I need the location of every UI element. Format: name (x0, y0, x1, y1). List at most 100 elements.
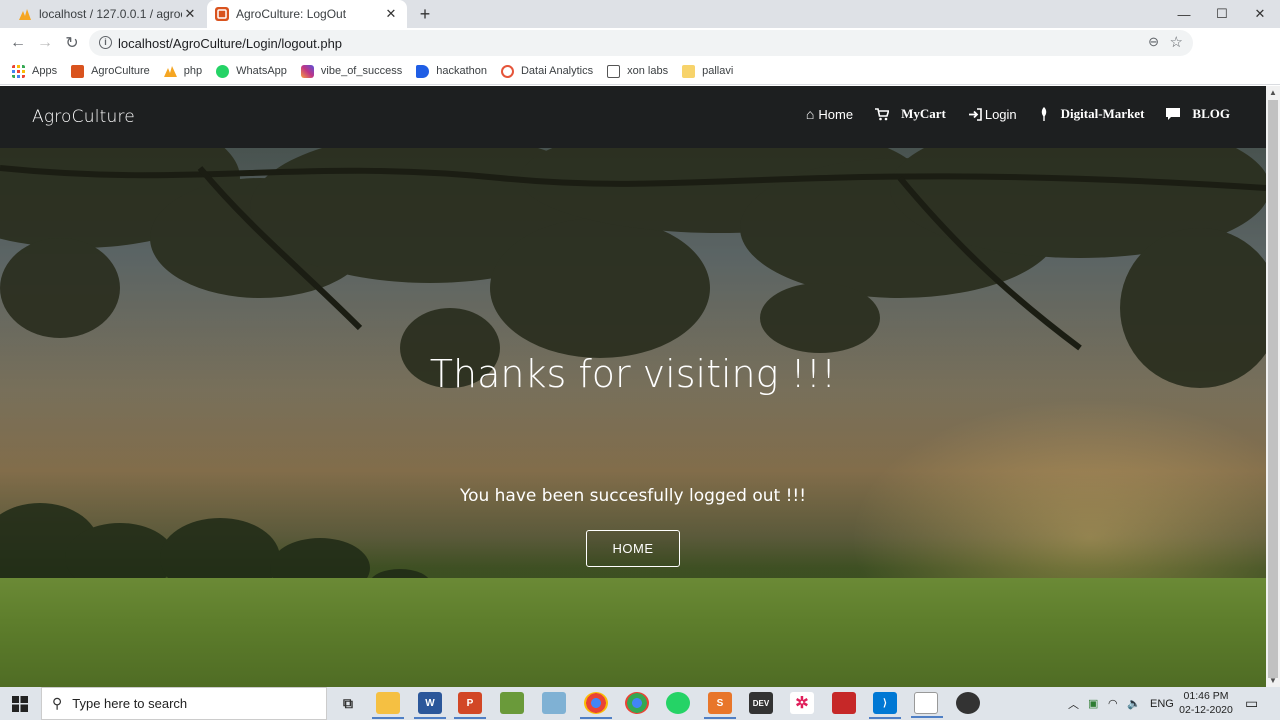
slack-icon[interactable]: ✲ (790, 692, 814, 714)
bookmark-instagram[interactable]: vibe_of_success (300, 64, 403, 78)
scrollbar-thumb[interactable] (1268, 100, 1278, 678)
nav-label: Home (818, 106, 854, 122)
hero-heading: Thanks for visiting !!! (429, 352, 837, 396)
nav-digital-market[interactable]: Digital-Market (1039, 106, 1145, 122)
nav-home[interactable]: ⌂ Home (806, 106, 853, 122)
agroculture-favicon (215, 7, 229, 21)
nav-login[interactable]: Login (968, 107, 1017, 122)
address-bar[interactable]: i localhost/AgroCulture/Login/logout.php… (89, 30, 1193, 56)
bookmark-apps[interactable]: Apps (12, 64, 57, 78)
bookmark-label: AgroCulture (91, 65, 150, 77)
scroll-up-icon[interactable]: ▲ (1269, 88, 1277, 97)
close-window-button[interactable]: ✕ (1240, 0, 1280, 28)
folder-icon (682, 64, 696, 78)
bookmark-label: php (183, 65, 203, 77)
datai-icon (500, 64, 514, 78)
nav-label: MyCart (901, 106, 946, 121)
nav-links: ⌂ Home MyCart Login Digital-Market BLOG (806, 106, 1230, 122)
document-icon[interactable] (911, 692, 943, 718)
bookmark-datai[interactable]: Datai Analytics (500, 64, 594, 78)
bookmark-star-icon[interactable]: ☆ (1170, 33, 1183, 51)
security-icon[interactable]: ▣ (1088, 687, 1098, 720)
login-icon (968, 107, 982, 121)
url-text[interactable]: localhost/AgroCulture/Login/logout.php (118, 36, 342, 51)
bookmark-label: hackathon (436, 65, 487, 77)
bookmark-agroculture[interactable]: AgroCulture (71, 64, 150, 78)
bookmark-php[interactable]: php (163, 65, 203, 78)
phpmyadmin-favicon (19, 9, 31, 20)
reload-icon[interactable]: ↻ (62, 33, 82, 53)
cart-icon (875, 107, 890, 120)
windows-logo-icon (12, 695, 28, 712)
task-view-icon[interactable]: ⧉ (336, 692, 360, 714)
browser-tab-agroculture[interactable]: AgroCulture: LogOut ✕ (207, 0, 407, 28)
language-indicator[interactable]: ENG (1150, 687, 1174, 720)
chrome-profile-icon[interactable] (625, 692, 649, 714)
bookmark-label: WhatsApp (236, 65, 287, 77)
forward-arrow-icon[interactable]: → (35, 33, 55, 53)
bookmark-xonlabs[interactable]: xon labs (607, 64, 668, 78)
notepad-icon[interactable] (500, 692, 524, 714)
browser-toolbar: ← → ↻ i localhost/AgroCulture/Login/logo… (0, 28, 1280, 81)
new-tab-button[interactable]: + (415, 4, 435, 25)
powerpoint-icon[interactable]: P (454, 692, 486, 719)
clock-time: 01:46 PM (1183, 690, 1229, 702)
taskbar-clock[interactable]: 01:46 PM 02-12-2020 (1176, 689, 1236, 717)
hero-banner: Thanks for visiting !!! You have been su… (0, 148, 1266, 687)
bookmark-label: pallavi (702, 65, 734, 77)
bookmark-pallavi[interactable]: pallavi (682, 64, 734, 78)
nav-label: Login (984, 106, 1017, 122)
minimize-button[interactable]: — (1164, 0, 1204, 28)
dev-cpp-icon[interactable]: DEV (749, 692, 773, 714)
page-viewport: AgroCulture ⌂ Home MyCart Login Digital-… (0, 86, 1266, 687)
search-placeholder: Type here to search (72, 696, 188, 711)
volume-icon[interactable]: 🔈 (1127, 687, 1141, 720)
nav-mycart[interactable]: MyCart (875, 106, 946, 122)
bookmarks-bar: Apps AgroCulture php WhatsApp vibe_of_su… (0, 58, 1280, 85)
instagram-icon (300, 64, 314, 78)
close-tab-icon[interactable]: ✕ (383, 6, 399, 22)
tree-canopy-image (0, 148, 1266, 388)
maximize-button[interactable]: ☐ (1202, 0, 1242, 28)
snipping-tool-icon[interactable] (542, 692, 566, 714)
bookmark-label: Datai Analytics (520, 65, 594, 77)
obs-icon[interactable] (956, 692, 980, 714)
comment-icon (1166, 107, 1181, 120)
bookmark-whatsapp[interactable]: WhatsApp (216, 64, 287, 78)
leaf-icon (1041, 107, 1046, 121)
close-tab-icon[interactable]: ✕ (182, 6, 198, 22)
show-hidden-icons[interactable]: ︿ (1068, 687, 1079, 720)
xonlabs-icon (607, 64, 621, 78)
windows-start-button[interactable] (0, 687, 40, 720)
site-info-icon[interactable]: i (99, 36, 112, 49)
word-icon[interactable]: W (414, 692, 446, 719)
agroculture-favicon (71, 64, 85, 78)
home-button[interactable]: HOME (586, 530, 680, 567)
chrome-icon[interactable] (580, 692, 612, 719)
bookmark-label: vibe_of_success (320, 65, 403, 77)
apps-grid-icon (12, 64, 25, 78)
whatsapp-icon[interactable] (666, 692, 690, 714)
site-navbar: AgroCulture ⌂ Home MyCart Login Digital-… (0, 86, 1266, 148)
browser-tab-phpmyadmin[interactable]: localhost / 127.0.0.1 / agroculture ✕ (10, 0, 206, 28)
nav-label: Digital-Market (1060, 106, 1145, 121)
vscode-icon[interactable]: ⟩ (869, 692, 901, 719)
page-scrollbar[interactable]: ▲ ▼ (1266, 86, 1280, 687)
bookmark-hackathon[interactable]: hackathon (416, 64, 487, 78)
tab-title: localhost / 127.0.0.1 / agroculture (39, 7, 182, 21)
notification-icon[interactable]: ▭ (1245, 687, 1258, 720)
whatsapp-icon (216, 64, 230, 78)
media-app-icon[interactable] (832, 692, 856, 714)
wifi-icon[interactable]: ◠ (1108, 687, 1118, 720)
zoom-icon[interactable]: ⊖ (1148, 34, 1159, 50)
sublime-text-icon[interactable]: S (704, 692, 736, 719)
clock-date: 02-12-2020 (1179, 704, 1233, 716)
file-explorer-icon[interactable] (372, 692, 404, 719)
site-brand[interactable]: AgroCulture (32, 107, 135, 127)
phpmyadmin-icon (163, 65, 177, 77)
scroll-down-icon[interactable]: ▼ (1269, 676, 1277, 685)
back-arrow-icon[interactable]: ← (8, 33, 28, 53)
taskbar-search-box[interactable]: ⚲ Type here to search (41, 687, 327, 720)
logout-message: You have been succesfully logged out !!! (459, 486, 807, 506)
nav-blog[interactable]: BLOG (1166, 106, 1230, 122)
